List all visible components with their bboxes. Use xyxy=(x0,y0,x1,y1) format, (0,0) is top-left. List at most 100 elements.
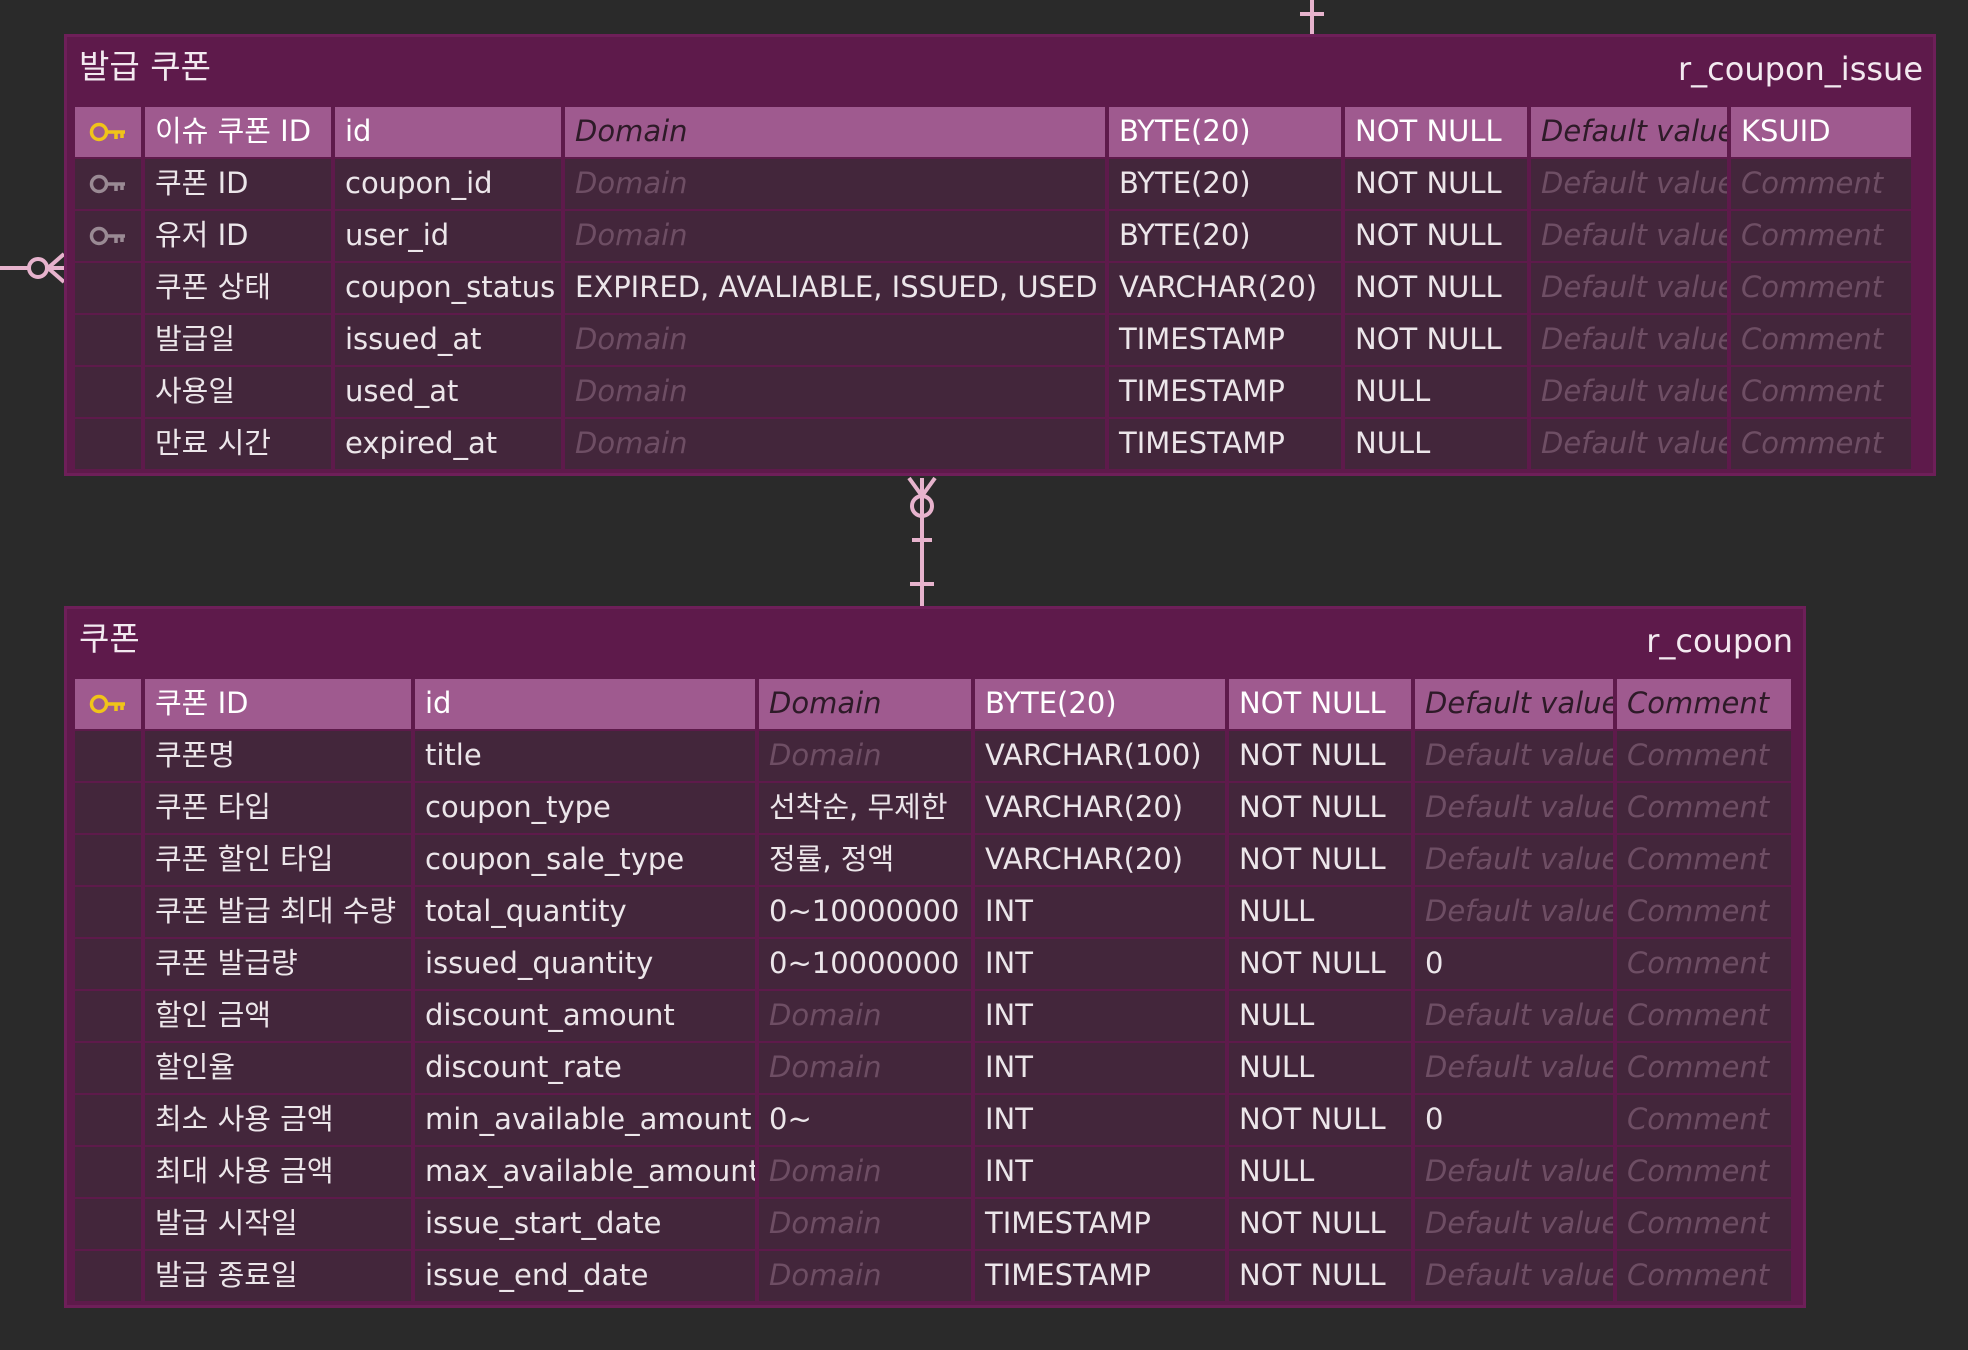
column-physical-name[interactable]: used_at xyxy=(335,367,561,417)
column-type[interactable]: INT xyxy=(975,1095,1225,1145)
column-nullable[interactable]: NOT NULL xyxy=(1345,211,1527,261)
column-domain[interactable]: Domain xyxy=(565,159,1105,209)
column-nullable[interactable]: NULL xyxy=(1229,991,1411,1041)
column-physical-name[interactable]: issued_at xyxy=(335,315,561,365)
column-default[interactable]: Default value xyxy=(1531,211,1727,261)
column-default[interactable]: Default value xyxy=(1415,1147,1613,1197)
table-row[interactable]: 쿠폰 발급량 issued_quantity 0~10000000 INT NOT NU… xyxy=(75,939,1795,991)
column-comment[interactable]: Comment xyxy=(1731,315,1911,365)
table-row[interactable]: 쿠폰 발급 최대 수량 total_quantity 0~10000000 INT NU… xyxy=(75,887,1795,939)
column-label[interactable]: 이슈 쿠폰 ID xyxy=(145,107,331,157)
coupon-issue-entity[interactable]: 발급 쿠폰 r_coupon_issue 이슈 쿠폰 ID id Domain BYT… xyxy=(64,34,1936,476)
coupon-issue-entity-header[interactable]: 발급 쿠폰 r_coupon_issue xyxy=(67,37,1933,101)
column-type[interactable]: BYTE(20) xyxy=(1109,159,1341,209)
column-nullable[interactable]: NOT NULL xyxy=(1345,263,1527,313)
column-physical-name[interactable]: coupon_sale_type xyxy=(415,835,755,885)
column-comment[interactable]: Comment xyxy=(1617,1043,1791,1093)
column-comment[interactable]: Comment xyxy=(1617,1147,1791,1197)
column-label[interactable]: 쿠폰 발급 최대 수량 xyxy=(145,887,411,937)
column-nullable[interactable]: NULL xyxy=(1229,1147,1411,1197)
column-comment[interactable]: Comment xyxy=(1731,159,1911,209)
column-domain[interactable]: 0~ xyxy=(759,1095,971,1145)
column-default[interactable]: Default value xyxy=(1531,159,1727,209)
column-label[interactable]: 사용일 xyxy=(145,367,331,417)
column-domain[interactable]: Domain xyxy=(759,1199,971,1249)
column-label[interactable]: 최대 사용 금액 xyxy=(145,1147,411,1197)
column-type[interactable]: INT xyxy=(975,1043,1225,1093)
column-physical-name[interactable]: issue_start_date xyxy=(415,1199,755,1249)
column-domain[interactable]: Domain xyxy=(759,731,971,781)
column-physical-name[interactable]: discount_amount xyxy=(415,991,755,1041)
column-default[interactable]: Default value xyxy=(1531,263,1727,313)
column-label[interactable]: 유저 ID xyxy=(145,211,331,261)
column-type[interactable]: VARCHAR(100) xyxy=(975,731,1225,781)
column-nullable[interactable]: NULL xyxy=(1345,367,1527,417)
table-row[interactable]: 최소 사용 금액 min_available_amount 0~ INT NOT NUL… xyxy=(75,1095,1795,1147)
column-comment[interactable]: Comment xyxy=(1617,783,1791,833)
column-label[interactable]: 발급 시작일 xyxy=(145,1199,411,1249)
column-type[interactable]: TIMESTAMP xyxy=(1109,367,1341,417)
table-row[interactable]: 쿠폰명 title Domain VARCHAR(100) NOT NULL Defaul… xyxy=(75,731,1795,783)
column-physical-name[interactable]: discount_rate xyxy=(415,1043,755,1093)
column-type[interactable]: VARCHAR(20) xyxy=(1109,263,1341,313)
column-label[interactable]: 발급 종료일 xyxy=(145,1251,411,1301)
column-label[interactable]: 쿠폰 발급량 xyxy=(145,939,411,989)
coupon-entity-header[interactable]: 쿠폰 r_coupon xyxy=(67,609,1803,673)
table-row[interactable]: 쿠폰 ID coupon_id Domain BYTE(20) NOT NULL Defa… xyxy=(75,159,1915,211)
table-row[interactable]: 발급 종료일 issue_end_date Domain TIMESTAMP NOT N… xyxy=(75,1251,1795,1303)
column-physical-name[interactable]: expired_at xyxy=(335,419,561,469)
column-type[interactable]: INT xyxy=(975,887,1225,937)
column-physical-name[interactable]: coupon_type xyxy=(415,783,755,833)
column-comment[interactable]: Comment xyxy=(1731,367,1911,417)
column-default[interactable]: Default value xyxy=(1415,1199,1613,1249)
table-row[interactable]: 할인율 discount_rate Domain INT NULL Default val… xyxy=(75,1043,1795,1095)
table-row[interactable]: 쿠폰 할인 타입 coupon_sale_type 정률, 정액 VARCHAR(20… xyxy=(75,835,1795,887)
column-type[interactable]: BYTE(20) xyxy=(975,679,1225,729)
column-label[interactable]: 쿠폰 상태 xyxy=(145,263,331,313)
column-default[interactable]: Default value xyxy=(1415,835,1613,885)
table-row[interactable]: 사용일 used_at Domain TIMESTAMP NULL Default val… xyxy=(75,367,1915,419)
column-domain[interactable]: Domain xyxy=(759,679,971,729)
column-nullable[interactable]: NOT NULL xyxy=(1229,1199,1411,1249)
column-comment[interactable]: Comment xyxy=(1617,887,1791,937)
table-row[interactable]: 쿠폰 타입 coupon_type 선착순, 무제한 VARCHAR(20) NOT N… xyxy=(75,783,1795,835)
column-domain[interactable]: Domain xyxy=(759,991,971,1041)
column-default[interactable]: Default value xyxy=(1531,315,1727,365)
column-nullable[interactable]: NOT NULL xyxy=(1229,1095,1411,1145)
column-physical-name[interactable]: total_quantity xyxy=(415,887,755,937)
column-label[interactable]: 최소 사용 금액 xyxy=(145,1095,411,1145)
column-physical-name[interactable]: min_available_amount xyxy=(415,1095,755,1145)
column-default[interactable]: Default value xyxy=(1415,731,1613,781)
column-domain[interactable]: 선착순, 무제한 xyxy=(759,783,971,833)
column-nullable[interactable]: NOT NULL xyxy=(1229,679,1411,729)
table-row[interactable]: 만료 시간 expired_at Domain TIMESTAMP NULL Defaul… xyxy=(75,419,1915,471)
table-row[interactable]: 발급 시작일 issue_start_date Domain TIMESTAMP NOT… xyxy=(75,1199,1795,1251)
column-type[interactable]: TIMESTAMP xyxy=(1109,419,1341,469)
column-comment[interactable]: Comment xyxy=(1617,835,1791,885)
column-nullable[interactable]: NOT NULL xyxy=(1345,159,1527,209)
column-domain[interactable]: 0~10000000 xyxy=(759,939,971,989)
column-label[interactable]: 쿠폰 타입 xyxy=(145,783,411,833)
column-default[interactable]: Default value xyxy=(1531,419,1727,469)
column-physical-name[interactable]: coupon_id xyxy=(335,159,561,209)
column-comment[interactable]: Comment xyxy=(1617,679,1791,729)
column-type[interactable]: TIMESTAMP xyxy=(975,1251,1225,1301)
column-default[interactable]: Default value xyxy=(1415,1043,1613,1093)
table-row[interactable]: 쿠폰 상태 coupon_status EXPIRED, AVALIABLE, IS… xyxy=(75,263,1915,315)
column-default[interactable]: Default value xyxy=(1415,887,1613,937)
column-comment[interactable]: Comment xyxy=(1617,939,1791,989)
column-nullable[interactable]: NOT NULL xyxy=(1229,731,1411,781)
column-default[interactable]: Default value xyxy=(1415,783,1613,833)
column-comment[interactable]: Comment xyxy=(1617,1095,1791,1145)
column-type[interactable]: INT xyxy=(975,939,1225,989)
column-physical-name[interactable]: issue_end_date xyxy=(415,1251,755,1301)
column-nullable[interactable]: NOT NULL xyxy=(1345,315,1527,365)
column-nullable[interactable]: NULL xyxy=(1229,1043,1411,1093)
column-default[interactable]: Default value xyxy=(1531,367,1727,417)
column-default[interactable]: 0 xyxy=(1415,1095,1613,1145)
column-nullable[interactable]: NOT NULL xyxy=(1229,1251,1411,1301)
column-physical-name[interactable]: coupon_status xyxy=(335,263,561,313)
column-domain[interactable]: 0~10000000 xyxy=(759,887,971,937)
column-physical-name[interactable]: user_id xyxy=(335,211,561,261)
column-domain[interactable]: Domain xyxy=(565,211,1105,261)
